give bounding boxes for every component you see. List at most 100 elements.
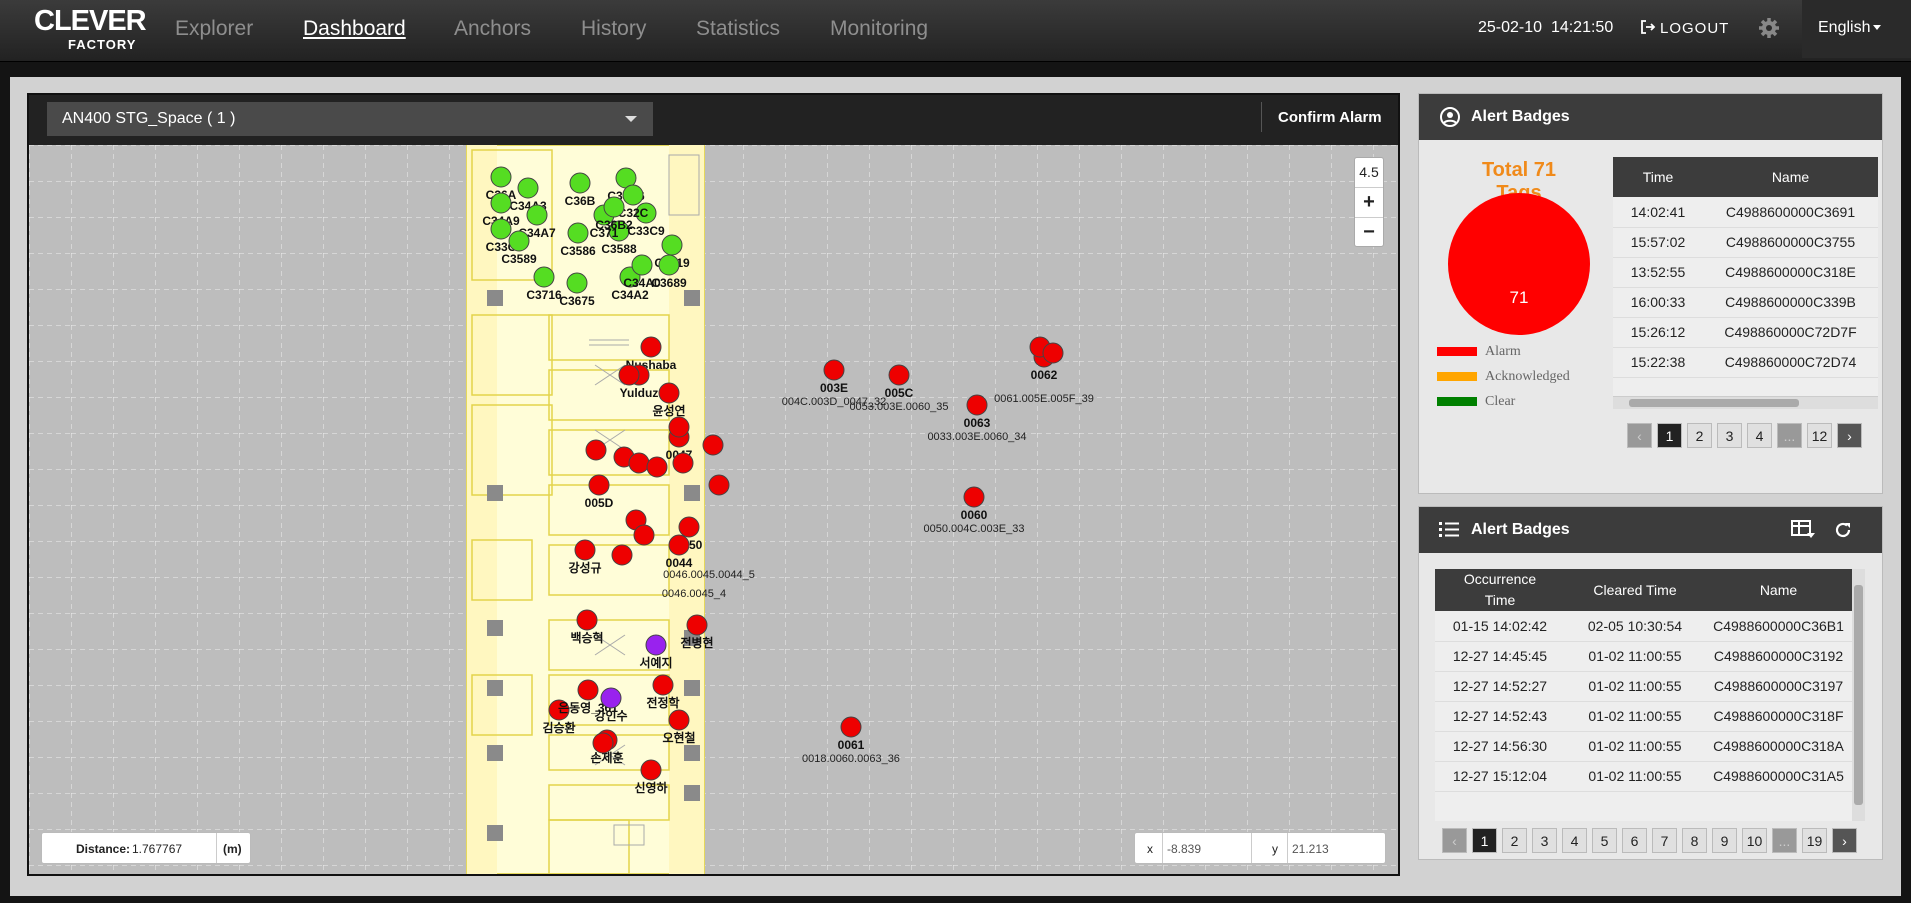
tag-marker[interactable]	[574, 539, 596, 561]
next-page-icon[interactable]: ›	[1832, 828, 1857, 853]
language-dropdown[interactable]: English	[1802, 0, 1911, 58]
history-vscroll[interactable]	[1852, 569, 1865, 821]
tag-marker[interactable]	[668, 416, 690, 438]
tag-marker[interactable]	[686, 614, 708, 636]
tag-marker[interactable]	[567, 222, 589, 244]
col-time[interactable]: Time	[1613, 157, 1703, 197]
prev-page-icon[interactable]: ‹	[1627, 423, 1652, 448]
table-row[interactable]: 01-15 14:02:42 02-05 10:30:54 C4988600000C…	[1435, 611, 1852, 642]
tag-marker[interactable]	[888, 364, 910, 386]
tag-marker[interactable]	[508, 230, 530, 252]
tag-marker[interactable]	[631, 254, 653, 276]
clever-factory-logo[interactable]: CLEVER FACTORY	[34, 6, 147, 52]
page-button[interactable]: 4	[1562, 828, 1587, 853]
page-button[interactable]: 1	[1472, 828, 1497, 853]
tag-marker[interactable]	[592, 732, 614, 754]
page-button[interactable]: 12	[1807, 423, 1832, 448]
tag-marker[interactable]	[490, 192, 512, 214]
page-button[interactable]: 7	[1652, 828, 1677, 853]
tag-marker[interactable]	[490, 218, 512, 240]
prev-page-icon[interactable]: ‹	[1442, 828, 1467, 853]
logout-button[interactable]: LOGOUT	[1640, 19, 1729, 37]
page-button[interactable]: 8	[1682, 828, 1707, 853]
tag-marker[interactable]	[652, 674, 674, 696]
col-occurrence-time[interactable]: Occurrence Time	[1435, 569, 1565, 611]
table-row[interactable]: 12-27 14:52:27 01-02 11:00:55 C4988600000C…	[1435, 671, 1852, 702]
tag-marker[interactable]	[588, 474, 610, 496]
tag-marker[interactable]	[640, 759, 662, 781]
tag-marker[interactable]	[517, 177, 539, 199]
tag-marker[interactable]	[658, 254, 680, 276]
tag-marker[interactable]	[646, 456, 668, 478]
tag-marker[interactable]	[823, 359, 845, 381]
nav-monitoring[interactable]: Monitoring	[830, 17, 928, 41]
tag-marker[interactable]	[576, 609, 598, 631]
page-button[interactable]: 1	[1657, 423, 1682, 448]
tag-marker[interactable]	[678, 516, 700, 538]
page-button[interactable]: 3	[1532, 828, 1557, 853]
refresh-icon[interactable]	[1833, 520, 1853, 540]
col-name[interactable]: Name	[1703, 157, 1878, 197]
table-row[interactable]: 14:02:41 C4988600000C3691	[1613, 197, 1878, 228]
table-row[interactable]: 15:57:02 C4988600000C3755	[1613, 227, 1878, 258]
tag-marker[interactable]	[661, 234, 683, 256]
page-button[interactable]: 19	[1802, 828, 1827, 853]
page-button[interactable]: 4	[1747, 423, 1772, 448]
next-page-icon[interactable]: ›	[1837, 423, 1862, 448]
tag-marker[interactable]	[640, 336, 662, 358]
tag-marker[interactable]	[628, 452, 650, 474]
tag-marker[interactable]	[577, 679, 599, 701]
page-button[interactable]: 5	[1592, 828, 1617, 853]
nav-history[interactable]: History	[581, 17, 646, 41]
tag-marker[interactable]	[569, 172, 591, 194]
nav-anchors[interactable]: Anchors	[454, 17, 531, 41]
settings-gear-icon[interactable]	[1758, 17, 1780, 44]
table-row[interactable]: 15:26:12 C498860000C72D7F	[1613, 317, 1878, 348]
zoom-out-button[interactable]: −	[1355, 218, 1383, 248]
nav-explorer[interactable]: Explorer	[175, 17, 253, 41]
table-settings-icon[interactable]	[1791, 520, 1815, 540]
table-row[interactable]: 12-27 14:56:30 01-02 11:00:55 C4988600000C…	[1435, 731, 1852, 762]
table-row[interactable]: 12-27 14:45:45 01-02 11:00:55 C4988600000C…	[1435, 641, 1852, 672]
col-cleared-time[interactable]: Cleared Time	[1565, 569, 1705, 611]
page-button[interactable]: 10	[1742, 828, 1767, 853]
nav-dashboard[interactable]: Dashboard	[303, 17, 406, 41]
table-row[interactable]: 16:00:33 C4988600000C339B	[1613, 287, 1878, 318]
tag-marker[interactable]	[633, 524, 655, 546]
tag-marker[interactable]	[603, 196, 625, 218]
page-button[interactable]: 9	[1712, 828, 1737, 853]
zoom-in-button[interactable]: +	[1355, 188, 1383, 218]
tag-marker[interactable]	[566, 272, 588, 294]
tag-marker[interactable]	[1042, 342, 1064, 364]
page-button[interactable]: 2	[1502, 828, 1527, 853]
page-button[interactable]: 6	[1622, 828, 1647, 853]
summary-hscroll[interactable]	[1613, 397, 1878, 409]
table-row[interactable]: 15:22:38 C498860000C72D74	[1613, 347, 1878, 378]
tag-marker[interactable]	[658, 382, 680, 404]
tag-marker[interactable]	[526, 204, 548, 226]
tag-marker[interactable]	[645, 634, 667, 656]
history-vscroll-thumb[interactable]	[1854, 585, 1863, 805]
floor-map[interactable]: C36AC34A3C34A9C34A7C33CC3589C3716C3675C3…	[29, 145, 1398, 874]
page-button[interactable]: 2	[1687, 423, 1712, 448]
tag-marker[interactable]	[840, 716, 862, 738]
table-row[interactable]: 12-27 14:52:43 01-02 11:00:55 C4988600000C…	[1435, 701, 1852, 732]
confirm-alarm-button[interactable]: Confirm Alarm	[1261, 102, 1382, 132]
tag-marker[interactable]	[702, 434, 724, 456]
tag-marker[interactable]	[533, 266, 555, 288]
space-select[interactable]: AN400 STG_Space ( 1 )	[47, 102, 653, 136]
tag-marker[interactable]	[600, 687, 622, 709]
tag-marker[interactable]	[708, 474, 730, 496]
tag-marker[interactable]	[585, 439, 607, 461]
nav-statistics[interactable]: Statistics	[696, 17, 780, 41]
table-row[interactable]: 12-27 15:12:04 01-02 11:00:55 C4988600000C…	[1435, 761, 1852, 792]
tag-marker[interactable]	[490, 166, 512, 188]
tag-marker[interactable]	[611, 544, 633, 566]
tag-marker[interactable]	[618, 364, 640, 386]
page-button[interactable]: 3	[1717, 423, 1742, 448]
tag-marker[interactable]	[668, 709, 690, 731]
tag-marker[interactable]	[672, 452, 694, 474]
tag-marker[interactable]	[963, 486, 985, 508]
tag-marker[interactable]	[966, 394, 988, 416]
summary-hscroll-thumb[interactable]	[1629, 399, 1799, 407]
